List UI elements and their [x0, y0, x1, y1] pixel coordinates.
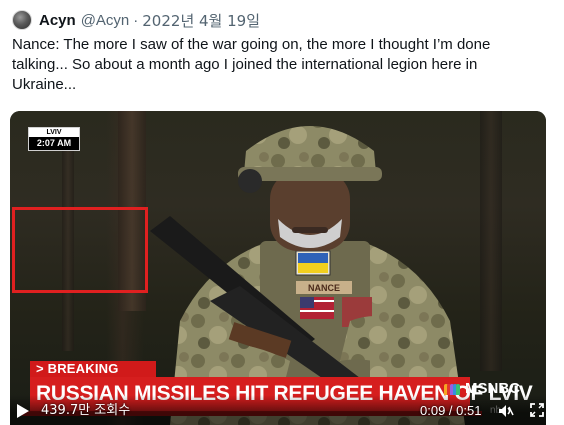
tweet-header: Acyn @Acyn · 2022년 4월 19일 [12, 8, 260, 32]
breaking-news-label: > BREAKING NEWS [30, 361, 156, 392]
user-handle[interactable]: @Acyn [81, 12, 130, 29]
location-label: LVIV [29, 128, 79, 137]
playback-time: 0:09 / 0:51 [420, 403, 482, 418]
display-name[interactable]: Acyn [39, 12, 76, 29]
volume-icon[interactable] [498, 404, 514, 418]
location-time: 2:07 AM [36, 138, 72, 148]
fullscreen-icon[interactable] [530, 403, 544, 417]
name-patch: NANCE [308, 283, 340, 293]
highlight-box [12, 207, 148, 293]
play-icon[interactable] [16, 403, 30, 419]
avatar[interactable] [12, 10, 32, 30]
tree-trunk [480, 111, 502, 371]
location-timestamp: LVIV 2:07 AM [28, 127, 80, 151]
video-player[interactable]: NANCE LVIV 2:07 AM > BREAKING NEWS RUSSI… [10, 111, 546, 425]
view-count: 439.7만 조회수 [41, 403, 131, 418]
separator-dot: · [133, 11, 139, 29]
tweet-text: Nance: The more I saw of the war going o… [12, 36, 491, 93]
peacock-icon [444, 383, 462, 395]
tweet-date[interactable]: 2022년 4월 19일 [142, 10, 260, 31]
